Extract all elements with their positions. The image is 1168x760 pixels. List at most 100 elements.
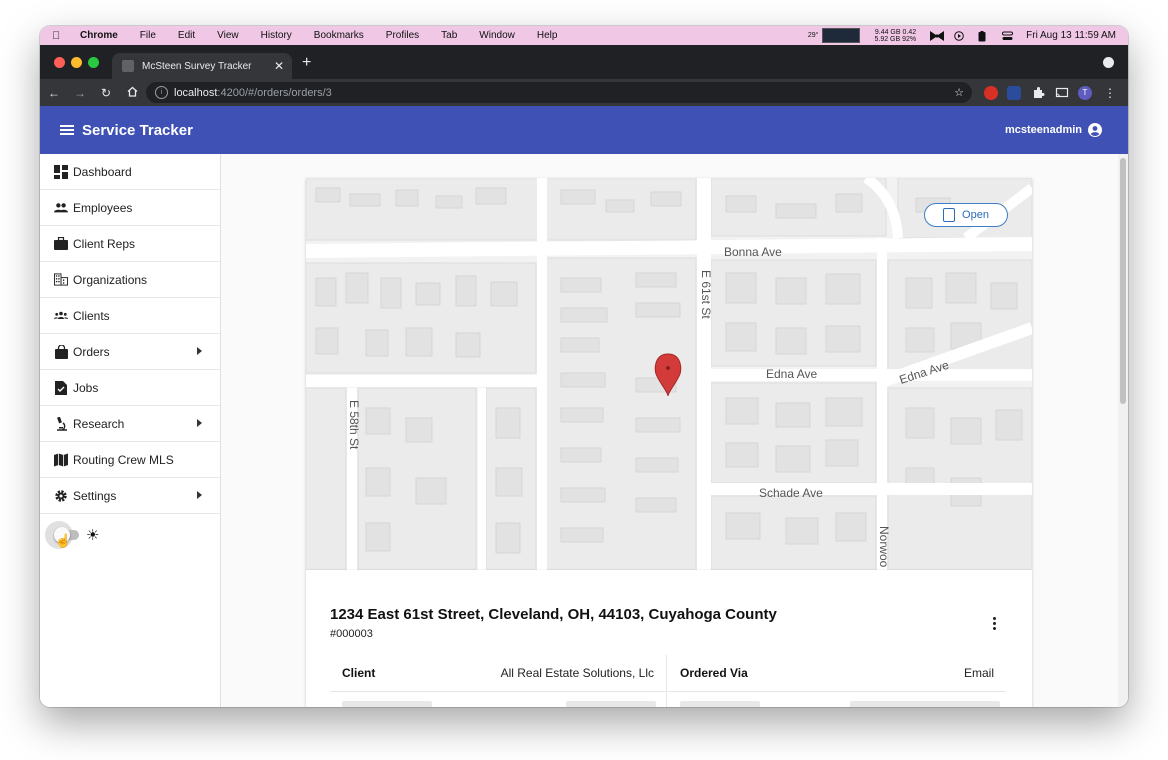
- username: mcsteenadmin: [1004, 124, 1082, 136]
- cpu-graph: [822, 28, 861, 43]
- menu-window[interactable]: Window: [479, 30, 515, 41]
- next-row-placeholder: [680, 701, 760, 707]
- expand-arrow-icon[interactable]: [197, 347, 202, 355]
- play-circle-icon[interactable]: [954, 30, 964, 41]
- tab-search-icon[interactable]: [1103, 57, 1114, 68]
- battery-icon[interactable]: [978, 30, 988, 41]
- clipboard-icon: [943, 208, 956, 222]
- menu-view[interactable]: View: [217, 30, 239, 41]
- street-label-bonna-ave: Bonna Ave: [724, 245, 782, 259]
- menu-toggle-icon[interactable]: [60, 125, 74, 135]
- next-row-placeholder: [566, 701, 656, 707]
- building-icon: [54, 273, 68, 287]
- extensions-puzzle-icon[interactable]: [1031, 86, 1045, 100]
- menu-app[interactable]: Chrome: [80, 30, 118, 41]
- clock[interactable]: Fri Aug 13 11:59 AM: [1026, 30, 1116, 41]
- dashboard-icon: [54, 164, 68, 179]
- sidebar-item-label: Employees: [73, 200, 133, 215]
- menu-edit[interactable]: Edit: [178, 30, 195, 41]
- home-icon[interactable]: [120, 86, 144, 100]
- user-menu[interactable]: mcsteenadmin: [1005, 106, 1102, 154]
- extension-shield-icon[interactable]: [984, 86, 998, 100]
- sidebar-item-orders[interactable]: Orders: [40, 334, 220, 370]
- sidebar-item-organizations[interactable]: Organizations: [40, 262, 220, 298]
- new-tab-button[interactable]: +: [302, 54, 311, 72]
- menu-file[interactable]: File: [140, 30, 156, 41]
- shopping-bag-icon: [54, 344, 68, 359]
- map-view[interactable]: Bonna Ave Edna Ave Edna Ave Schade Ave E…: [306, 178, 1032, 570]
- extension-bitwarden-icon[interactable]: [1007, 86, 1021, 100]
- next-row-placeholder: [850, 701, 1000, 707]
- menu-bookmarks[interactable]: Bookmarks: [314, 30, 364, 41]
- main-scrollbar[interactable]: [1118, 154, 1128, 707]
- stats-line-2: 5.92 GB 92%: [874, 35, 917, 43]
- sidebar-item-clients[interactable]: Clients: [40, 298, 220, 334]
- next-row-placeholder: [342, 701, 432, 707]
- minimize-window-button[interactable]: [71, 57, 82, 68]
- url-bar[interactable]: i localhost :4200/#/orders/orders/3 ☆: [146, 82, 972, 103]
- close-window-button[interactable]: [54, 57, 65, 68]
- sidebar-item-label: Client Reps: [73, 236, 136, 251]
- sidebar-item-research[interactable]: Research: [40, 406, 220, 442]
- menu-history[interactable]: History: [261, 30, 292, 41]
- browser-menu-icon[interactable]: ⋮: [1104, 86, 1118, 100]
- order-details-card: 1234 East 61st Street, Cleveland, OH, 44…: [306, 570, 1032, 707]
- sidebar-item-label: Orders: [73, 344, 110, 359]
- scrollbar-thumb[interactable]: [1120, 158, 1126, 404]
- sidebar: Dashboard Employees Client Reps Organiza…: [40, 154, 221, 707]
- forward-icon[interactable]: →: [68, 86, 92, 100]
- bookmark-star-icon[interactable]: ☆: [954, 86, 964, 99]
- reload-icon[interactable]: ↻: [94, 86, 118, 100]
- url-host: localhost: [174, 86, 218, 99]
- order-address: 1234 East 61st Street, Cleveland, OH, 44…: [330, 606, 777, 623]
- sidebar-item-settings[interactable]: Settings: [40, 478, 220, 514]
- street-label-e-58th-st: E 58th St: [347, 400, 361, 450]
- account-circle-icon[interactable]: [1088, 123, 1102, 137]
- sidebar-item-employees[interactable]: Employees: [40, 190, 220, 226]
- control-center-icon[interactable]: [1002, 31, 1014, 41]
- temperature: 29°: [807, 32, 819, 39]
- sidebar-item-label: Research: [73, 416, 125, 431]
- field-value: Email: [963, 666, 994, 680]
- cast-icon[interactable]: [1055, 86, 1069, 100]
- menu-help[interactable]: Help: [537, 30, 558, 41]
- apple-icon[interactable]: : [52, 30, 66, 42]
- menu-profiles[interactable]: Profiles: [386, 30, 419, 41]
- sidebar-item-routing-crew-mls[interactable]: Routing Crew MLS: [40, 442, 220, 478]
- sidebar-item-client-reps[interactable]: Client Reps: [40, 226, 220, 262]
- field-key: Ordered Via: [680, 666, 748, 680]
- sun-icon: ☀: [86, 527, 100, 544]
- expand-arrow-icon[interactable]: [197, 491, 202, 499]
- browser-tab[interactable]: McSteen Survey Tracker ✕: [112, 53, 292, 79]
- bowtie-icon[interactable]: [930, 30, 945, 41]
- tab-close-icon[interactable]: ✕: [274, 59, 284, 73]
- app-toolbar: Service Tracker mcsteenadmin: [40, 106, 1128, 154]
- task-icon: [54, 380, 68, 395]
- field-value: All Real Estate Solutions, Llc: [500, 666, 654, 680]
- zoom-window-button[interactable]: [88, 57, 99, 68]
- back-icon[interactable]: ←: [42, 86, 66, 100]
- sidebar-item-label: Routing Crew MLS: [73, 452, 174, 467]
- field-ordered-via: Ordered Via Email: [668, 655, 1006, 692]
- sidebar-item-label: Organizations: [73, 272, 148, 287]
- memory-stats: 9.44 GB 0.42 5.92 GB 92%: [874, 29, 916, 43]
- site-info-icon[interactable]: i: [155, 86, 168, 99]
- sidebar-item-dashboard[interactable]: Dashboard: [40, 154, 220, 190]
- people-icon: [54, 201, 68, 215]
- more-options-icon[interactable]: [993, 617, 996, 632]
- open-map-button[interactable]: Open: [924, 203, 1008, 227]
- profile-avatar[interactable]: T: [1078, 86, 1092, 100]
- menu-tab[interactable]: Tab: [441, 30, 457, 41]
- map-canvas: Bonna Ave Edna Ave Edna Ave Schade Ave E…: [306, 178, 1032, 570]
- microscope-icon: [54, 416, 68, 431]
- column-divider: [666, 655, 667, 707]
- briefcase-icon: [54, 237, 68, 251]
- field-client: Client All Real Estate Solutions, Llc: [330, 655, 666, 692]
- expand-arrow-icon[interactable]: [197, 419, 202, 427]
- sidebar-item-label: Settings: [73, 488, 117, 503]
- street-label-e-61st-st: E 61st St: [699, 270, 713, 319]
- url-path: :4200/#/orders/orders/3: [217, 86, 332, 99]
- sidebar-item-jobs[interactable]: Jobs: [40, 370, 220, 406]
- sidebar-item-label: Dashboard: [73, 164, 132, 179]
- map-icon: [54, 453, 68, 467]
